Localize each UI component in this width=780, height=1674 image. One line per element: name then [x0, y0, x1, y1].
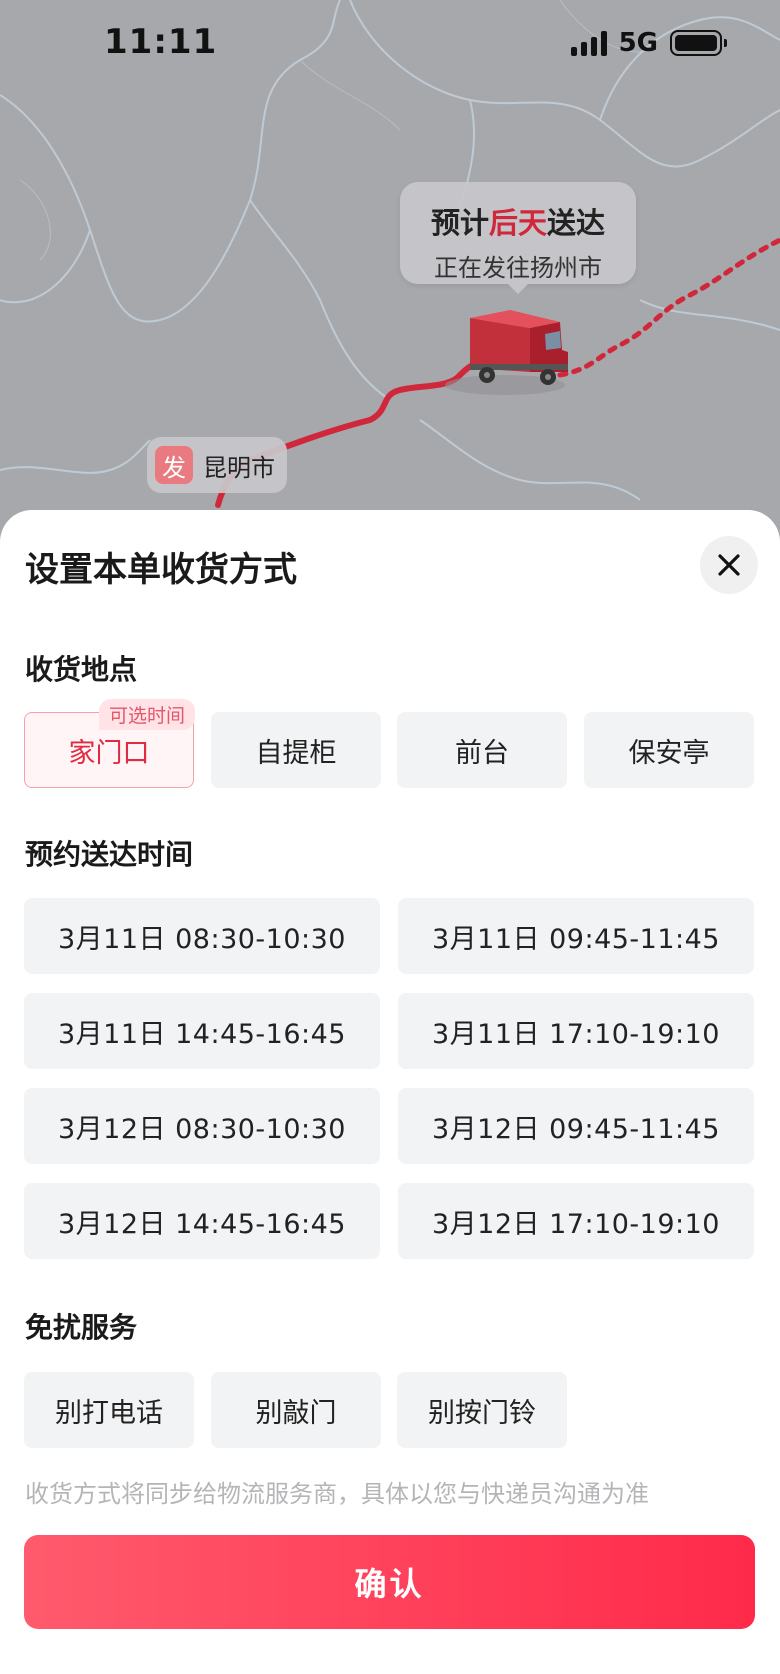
origin-badge: 发 [155, 446, 193, 484]
no-disturb-section-title: 免扰服务 [25, 1311, 138, 1344]
schedule-section-title: 预约送达时间 [25, 838, 194, 871]
close-button[interactable] [700, 536, 758, 594]
location-section-title: 收货地点 [25, 653, 138, 686]
no-doorbell-option[interactable]: 别按门铃 [397, 1372, 567, 1448]
close-icon [718, 554, 740, 576]
time-slot[interactable]: 3月11日 08:30-10:30 [24, 898, 380, 974]
time-slot[interactable]: 3月11日 14:45-16:45 [24, 993, 380, 1069]
sheet-title: 设置本单收货方式 [25, 550, 297, 590]
eta-text: 预计后天送达 [430, 206, 606, 240]
status-time: 11:11 [104, 22, 218, 62]
signal-icon [570, 30, 607, 56]
time-slot[interactable]: 3月11日 09:45-11:45 [398, 898, 754, 974]
network-type: 5G [618, 28, 658, 58]
eta-bubble: 预计后天送达 正在发往扬州市 [400, 182, 636, 294]
location-option-locker[interactable]: 自提柜 [211, 712, 381, 788]
no-knock-option[interactable]: 别敲门 [211, 1372, 381, 1448]
location-option-security-booth[interactable]: 保安亭 [584, 712, 754, 788]
option-label: 前台 [455, 737, 509, 769]
battery-icon [670, 30, 727, 56]
option-label: 保安亭 [628, 737, 710, 769]
location-option-doorstep[interactable]: 家门口 可选时间 [24, 699, 195, 788]
time-slot[interactable]: 3月12日 17:10-19:10 [398, 1183, 754, 1259]
time-selectable-badge: 可选时间 [98, 699, 195, 730]
origin-tag: 发 昆明市 [147, 437, 287, 493]
map-view[interactable]: 11:11 5G 预计后天送达 正在发往扬州市 发 昆明市 [0, 0, 780, 560]
time-slot[interactable]: 3月12日 08:30-10:30 [24, 1088, 380, 1164]
no-call-option[interactable]: 别打电话 [24, 1372, 194, 1448]
footnote: 收货方式将同步给物流服务商，具体以您与快递员沟通为准 [25, 1480, 649, 1508]
time-slot[interactable]: 3月12日 14:45-16:45 [24, 1183, 380, 1259]
option-label: 自提柜 [255, 737, 337, 769]
location-option-front-desk[interactable]: 前台 [397, 712, 567, 788]
status-bar: 11:11 5G [0, 0, 780, 90]
confirm-button[interactable]: 确认 [24, 1535, 755, 1629]
eta-status: 正在发往扬州市 [434, 254, 602, 282]
origin-city: 昆明市 [203, 453, 275, 482]
time-slot[interactable]: 3月11日 17:10-19:10 [398, 993, 754, 1069]
time-slot[interactable]: 3月12日 09:45-11:45 [398, 1088, 754, 1164]
option-label: 家门口 [68, 737, 150, 769]
